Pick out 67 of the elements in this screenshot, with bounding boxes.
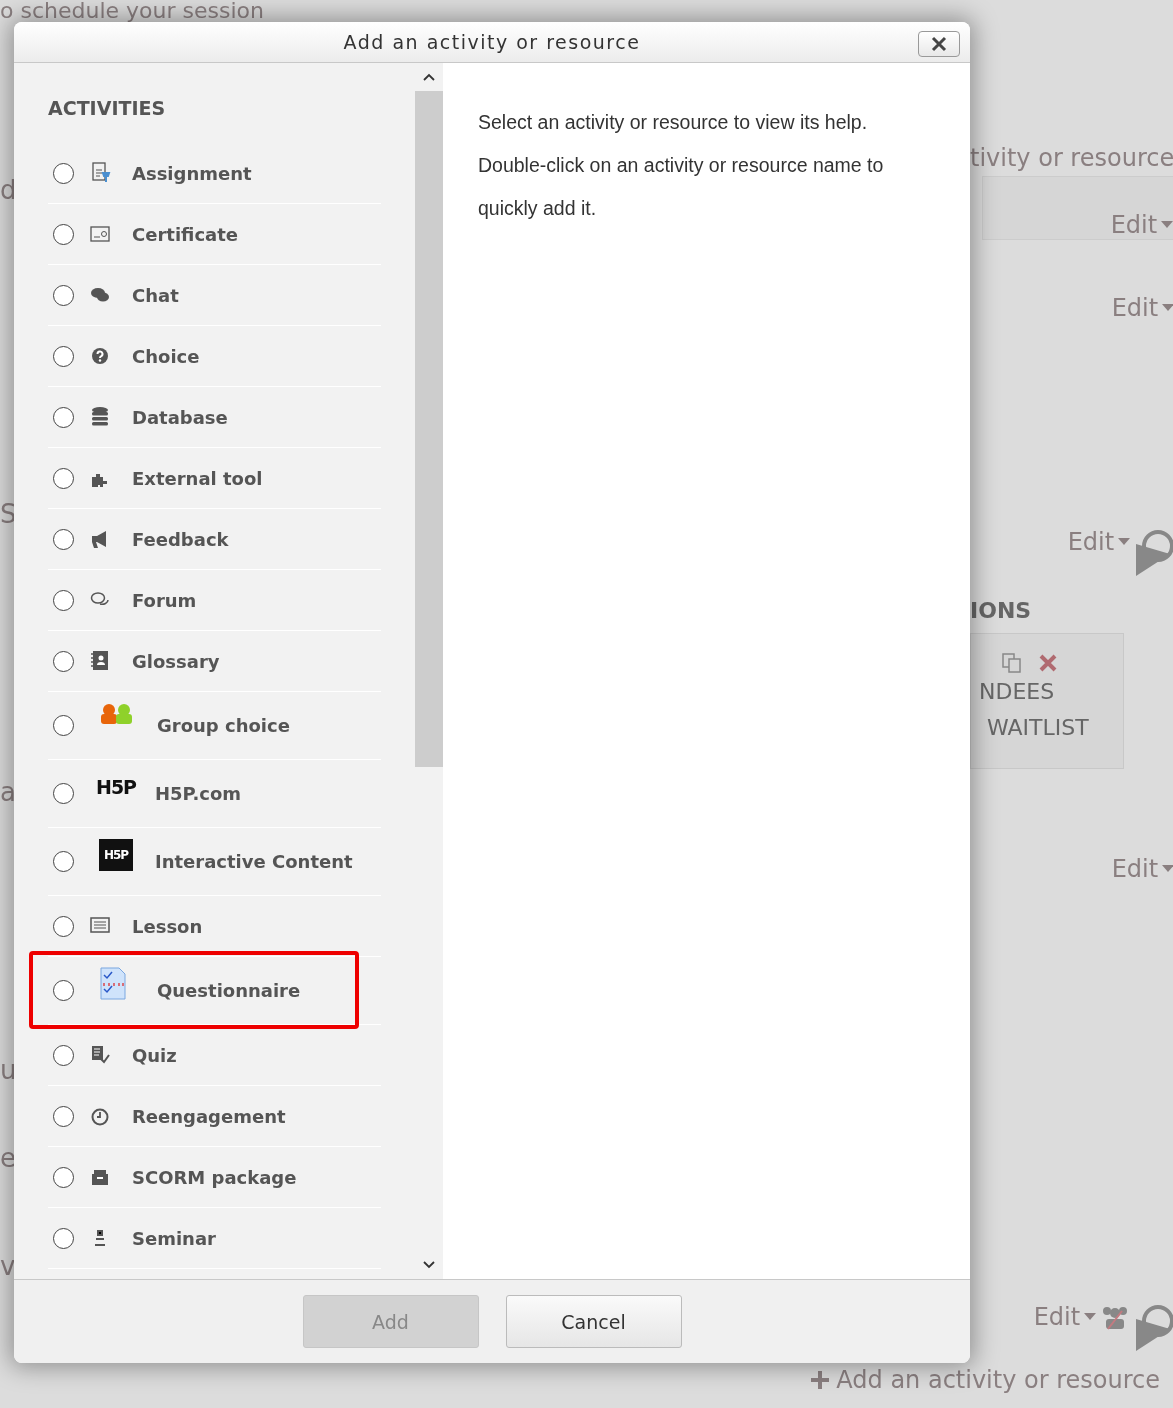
chevron-down-icon [423,1261,435,1269]
help-text: Double-click on an activity or resource name to quickly add it. [478,153,885,221]
activity-option[interactable]: Assignment [132,162,252,184]
waitlist-link[interactable]: WAITLIST [979,709,1123,746]
close-button[interactable] [918,31,960,57]
radio-button[interactable] [53,1044,74,1066]
caret-icon [1162,865,1173,872]
activity-option[interactable]: Database [132,406,228,428]
play-gauge-icon[interactable] [1134,527,1173,578]
activity-option[interactable]: Questionnaire [157,980,301,1001]
radio-button[interactable] [53,1105,74,1127]
activity-option[interactable]: Lesson [132,915,203,937]
page-text: S [0,499,14,528]
radio-button[interactable] [53,284,74,306]
caret-icon [1162,304,1173,311]
play-gauge-icon[interactable] [1134,1302,1173,1353]
section-heading: IONS [970,597,1032,623]
activity-option[interactable]: SCORM package [132,1166,297,1188]
activity-option[interactable]: H5P.com [155,783,242,804]
close-icon [931,36,947,52]
activity-icon [90,1044,112,1066]
caret-icon [1118,538,1131,545]
plus-icon [810,1370,831,1390]
help-text: Select an activity or resource to view its help. [478,110,869,135]
radio-button[interactable] [53,406,74,428]
radio-button[interactable] [53,915,74,937]
page-text: e [0,1143,14,1172]
activity-option[interactable]: Glossary [132,650,220,672]
activity-option[interactable]: Choice [132,345,200,367]
activity-option[interactable]: Reengagement [132,1105,286,1127]
radio-button[interactable] [53,223,74,245]
activity-option[interactable]: Interactive Content [155,851,353,872]
radio-button[interactable] [53,1166,74,1188]
logo: H5P [99,838,133,871]
radio-button[interactable] [53,851,74,872]
activity-option[interactable]: Seminar [132,1227,216,1249]
attendees-link[interactable]: NDEES [979,673,1123,710]
page-text: u [0,1055,14,1084]
activity-option[interactable]: Forum [132,589,197,611]
radio-button[interactable] [53,528,74,550]
page-text: d [0,175,14,204]
scrollbar-thumb[interactable] [415,91,443,767]
radio-button[interactable] [53,980,74,1001]
section-heading: ACTIVITIES [48,97,167,119]
dialog-title: Add an activity or resource [343,31,641,53]
radio-button[interactable] [53,162,74,184]
activity-option[interactable]: Quiz [132,1044,177,1066]
radio-button[interactable] [53,467,74,489]
activity-option[interactable]: External tool [132,467,263,489]
page-text: a [0,777,14,806]
caret-icon [1084,1313,1097,1320]
radio-button[interactable] [53,650,74,672]
activity-icon [90,223,112,245]
radio-button[interactable] [53,1227,74,1249]
radio-button[interactable] [53,783,74,804]
radio-button[interactable] [53,715,74,736]
activity-option[interactable]: Feedback [132,528,229,550]
caret-icon [1161,221,1173,228]
radio-button[interactable] [53,589,74,611]
activity-option[interactable]: Chat [132,284,179,306]
radio-button[interactable] [53,345,74,367]
activity-option[interactable]: Certificate [132,223,239,245]
cancel-button[interactable]: Cancel [505,1295,682,1348]
chevron-up-icon [423,73,435,81]
activity-icon [90,162,112,184]
page-text: v [0,1251,14,1280]
activity-option[interactable]: Group choice [157,715,290,736]
